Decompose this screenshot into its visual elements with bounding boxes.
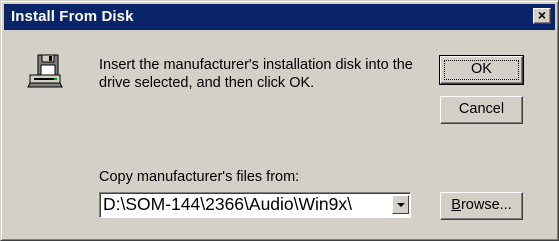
instruction-text: Insert the manufacturer's installation d… [99, 57, 413, 91]
dropdown-arrow-icon[interactable] [392, 195, 409, 214]
copy-from-label: Copy manufacturer's files from: [99, 169, 300, 185]
browse-button[interactable]: Browse... [440, 192, 523, 220]
dialog-title: Install From Disk [11, 8, 134, 25]
title-bar[interactable]: Install From Disk × [4, 4, 555, 30]
floppy-drive-icon [27, 54, 63, 88]
cancel-button[interactable]: Cancel [440, 96, 523, 124]
browse-button-label: Browse... [451, 197, 512, 213]
ok-button-label: OK [444, 60, 519, 80]
ok-button[interactable]: OK [439, 55, 524, 85]
copy-from-combobox[interactable]: D:\SOM-144\2366\Audio\Win9x\ [99, 192, 411, 218]
close-button[interactable]: × [533, 7, 551, 24]
copy-from-path[interactable]: D:\SOM-144\2366\Audio\Win9x\ [103, 194, 390, 215]
close-icon: × [537, 7, 547, 23]
install-from-disk-dialog: Install From Disk × Insert the manufactu… [0, 0, 559, 241]
